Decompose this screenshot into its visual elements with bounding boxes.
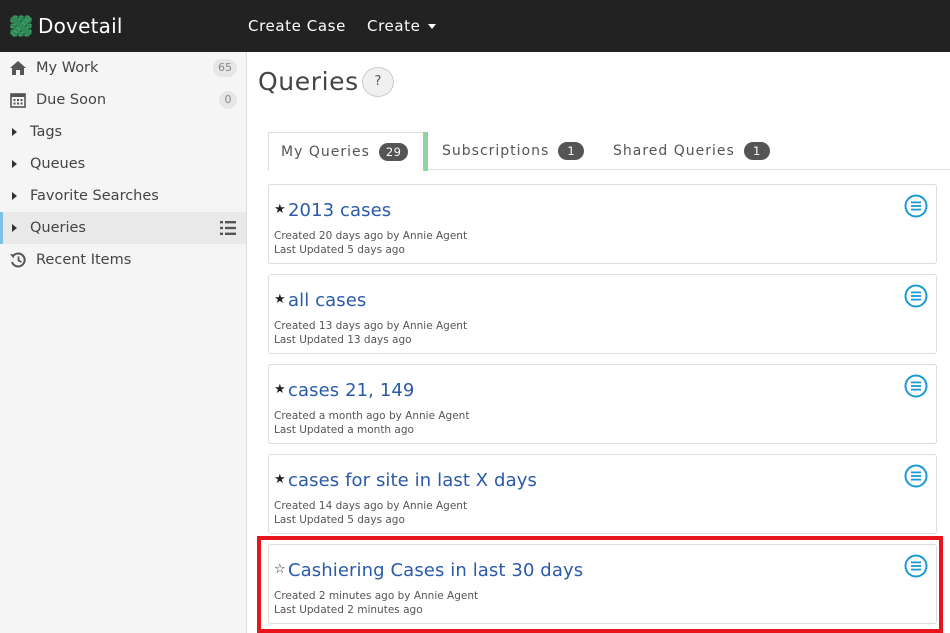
- query-name-link[interactable]: cases for site in last X days: [288, 470, 537, 491]
- tab-count-badge: 1: [558, 142, 585, 160]
- sidebar: My Work 65 Due Soon 0 Tags Queues Favori…: [0, 52, 247, 633]
- query-created: Created 13 days ago by Annie Agent: [274, 320, 468, 332]
- tab-count-badge: 1: [743, 142, 770, 160]
- top-navbar: Dovetail Create Case Create: [0, 0, 950, 52]
- query-name-link[interactable]: 2013 cases: [288, 200, 391, 221]
- favorite-star-icon[interactable]: ★: [274, 292, 286, 307]
- calendar-icon: [8, 90, 28, 110]
- dovetail-logo-icon: [9, 14, 33, 38]
- query-name-link[interactable]: all cases: [288, 290, 366, 311]
- highlight-annotation-box: [257, 536, 943, 633]
- sidebar-item-label: Due Soon: [36, 92, 107, 108]
- list-icon[interactable]: [220, 220, 236, 236]
- query-name-link[interactable]: cases 21, 149: [288, 380, 414, 401]
- caret-down-icon: [428, 24, 437, 29]
- sidebar-item-label: Tags: [30, 124, 63, 140]
- query-updated: Last Updated a month ago: [274, 424, 414, 436]
- sidebar-item-my-work[interactable]: My Work 65: [0, 52, 246, 84]
- query-created: Created 20 days ago by Annie Agent: [274, 230, 468, 242]
- sidebar-item-recent-items[interactable]: Recent Items: [0, 244, 246, 276]
- query-card: ★ cases 21, 149 Created a month ago by A…: [268, 364, 937, 444]
- sidebar-item-label: Queries: [30, 220, 86, 236]
- caret-right-icon: [12, 224, 17, 232]
- sidebar-item-due-soon[interactable]: Due Soon 0: [0, 84, 246, 116]
- create-dropdown-label: Create: [367, 17, 421, 35]
- query-card: ★ cases for site in last X days Created …: [268, 454, 937, 534]
- query-tabs: My Queries 29 Subscriptions 1 Shared Que…: [268, 132, 950, 171]
- help-button[interactable]: ?: [362, 67, 394, 97]
- menu-circle-icon[interactable]: [904, 284, 928, 308]
- sidebar-item-label: Favorite Searches: [30, 188, 159, 204]
- menu-circle-icon[interactable]: [904, 374, 928, 398]
- brand-name: Dovetail: [38, 14, 123, 38]
- create-case-link[interactable]: Create Case: [248, 17, 346, 35]
- page-title: Queries: [258, 67, 359, 96]
- tab-my-queries[interactable]: My Queries 29: [268, 132, 428, 171]
- query-updated: Last Updated 5 days ago: [274, 514, 405, 526]
- query-updated: Last Updated 13 days ago: [274, 334, 412, 346]
- caret-right-icon: [12, 128, 17, 136]
- favorite-star-icon[interactable]: ★: [274, 472, 286, 487]
- tab-label: Subscriptions: [442, 143, 550, 159]
- home-icon: [8, 58, 28, 78]
- query-card: ★ 2013 cases Created 20 days ago by Anni…: [268, 184, 937, 264]
- sidebar-item-label: Queues: [30, 156, 86, 172]
- count-badge: 65: [213, 59, 237, 77]
- sidebar-item-label: Recent Items: [36, 252, 132, 268]
- sidebar-item-queues[interactable]: Queues: [0, 148, 246, 180]
- query-card: ★ all cases Created 13 days ago by Annie…: [268, 274, 937, 354]
- tab-count-badge: 29: [378, 142, 409, 161]
- brand[interactable]: Dovetail: [8, 12, 123, 40]
- query-updated: Last Updated 5 days ago: [274, 244, 405, 256]
- sidebar-item-queries[interactable]: Queries: [0, 212, 246, 244]
- favorite-star-icon[interactable]: ★: [274, 382, 286, 397]
- query-created: Created 14 days ago by Annie Agent: [274, 500, 468, 512]
- caret-right-icon: [12, 160, 17, 168]
- history-icon: [8, 250, 28, 270]
- count-badge: 0: [219, 91, 237, 109]
- tab-label: My Queries: [281, 143, 370, 160]
- sidebar-item-label: My Work: [36, 60, 99, 76]
- menu-circle-icon[interactable]: [904, 464, 928, 488]
- sidebar-item-favorite-searches[interactable]: Favorite Searches: [0, 180, 246, 212]
- tab-shared-queries[interactable]: Shared Queries 1: [613, 132, 770, 170]
- tab-label: Shared Queries: [613, 143, 735, 159]
- caret-right-icon: [12, 192, 17, 200]
- menu-circle-icon[interactable]: [904, 194, 928, 218]
- favorite-star-icon[interactable]: ★: [274, 202, 286, 217]
- tab-subscriptions[interactable]: Subscriptions 1: [442, 132, 585, 170]
- sidebar-item-tags[interactable]: Tags: [0, 116, 246, 148]
- create-dropdown[interactable]: Create: [367, 17, 437, 35]
- query-created: Created a month ago by Annie Agent: [274, 410, 470, 422]
